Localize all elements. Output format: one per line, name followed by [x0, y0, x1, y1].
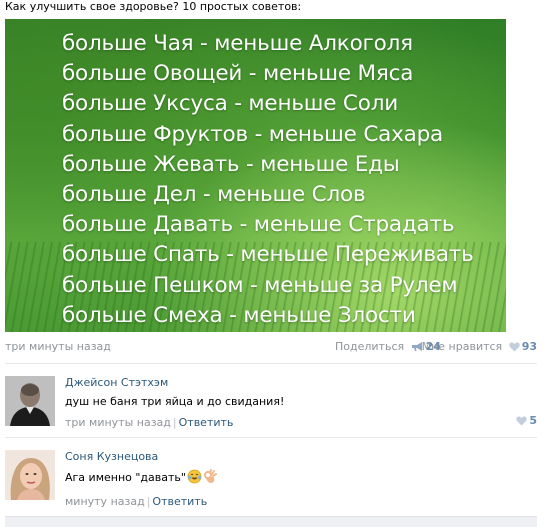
comment-time[interactable]: минуту назад: [65, 495, 145, 508]
comment-body: Соня Кузнецова Ага именно "давать" минут…: [65, 450, 217, 508]
comment-like-button[interactable]: 5: [513, 414, 537, 429]
poster-line: больше Овощей - меньше Мяса: [62, 61, 414, 87]
post-image[interactable]: больше Чая - меньше Алкоголя больше Овощ…: [5, 19, 506, 332]
comment: Джейсон Стэтхэм душ не баня три яйца и д…: [5, 376, 537, 429]
post-title: Как улучшить свое здоровье? 10 простых с…: [5, 0, 302, 13]
comment-input-bar[interactable]: [5, 516, 537, 527]
comment-footer: минуту назад | Ответить: [65, 495, 217, 508]
divider: [5, 363, 537, 364]
divider: |: [172, 416, 177, 429]
comment-text: душ не баня три яйца и до свидания!: [65, 395, 285, 408]
like-label: Мне нравится: [421, 340, 503, 353]
divider: [5, 437, 537, 438]
comment-footer: три минуты назад | Ответить: [65, 416, 284, 429]
poster-line: больше Фруктов - меньше Сахара: [62, 121, 444, 147]
like-count: 93: [521, 340, 537, 353]
heart-icon: [508, 342, 520, 355]
poster-line: больше Чая - меньше Алкоголя: [62, 31, 413, 56]
comment-author[interactable]: Джейсон Стэтхэм: [65, 376, 284, 389]
avatar[interactable]: [5, 376, 55, 426]
poster-text-lines: больше Чая - меньше Алкоголя больше Овощ…: [62, 29, 474, 331]
poster-line: больше Уксуса - меньше Соли: [62, 91, 399, 117]
avatar[interactable]: [5, 450, 55, 500]
comment-text-row: Ага именно "давать": [65, 469, 217, 487]
comment-time[interactable]: три минуты назад: [65, 416, 171, 429]
comment-like-count: 5: [529, 414, 537, 427]
reply-link[interactable]: Ответить: [179, 416, 234, 429]
poster-line: больше Жевать - меньше Еды: [62, 151, 400, 177]
poster-line: больше Спать - меньше Переживать: [62, 242, 474, 268]
comment: Соня Кузнецова Ага именно "давать" минут…: [5, 450, 537, 508]
comment-text: Ага именно "давать": [65, 471, 186, 484]
share-label: Поделиться: [335, 340, 405, 353]
tears-of-joy-emoji-icon: [187, 469, 202, 487]
post-meta: три минуты назад Поделиться 24 Мне нрави…: [5, 340, 537, 354]
reply-link[interactable]: Ответить: [152, 495, 207, 508]
poster-line: больше Давать - меньше Страдать: [62, 212, 455, 238]
heart-icon: [516, 416, 528, 429]
ok-hand-emoji-icon: [203, 469, 217, 487]
like-button[interactable]: Мне нравится 93: [422, 340, 537, 355]
poster-line: больше Смеха - меньше Злости: [62, 302, 416, 328]
poster-line: больше Пешком - меньше за Рулем: [62, 272, 458, 298]
post-time[interactable]: три минуты назад: [5, 340, 111, 353]
comment-author[interactable]: Соня Кузнецова: [65, 450, 217, 463]
divider: |: [146, 495, 151, 508]
comment-body: Джейсон Стэтхэм душ не баня три яйца и д…: [65, 376, 284, 429]
poster-line: больше Дел - меньше Слов: [62, 182, 366, 208]
